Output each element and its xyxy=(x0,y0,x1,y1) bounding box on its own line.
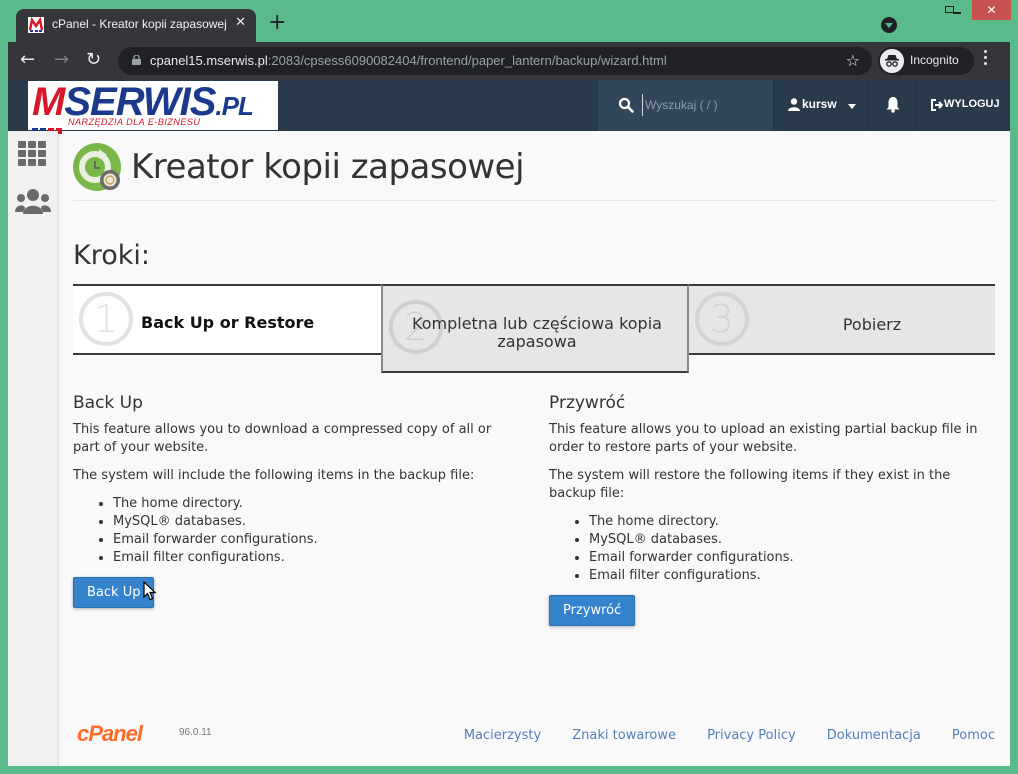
footer-link-trademarks[interactable]: Znaki towarowe xyxy=(572,728,676,743)
list-item: Email filter configurations. xyxy=(589,567,995,585)
sidebar-item-home[interactable] xyxy=(17,140,49,170)
grid-apps-icon xyxy=(18,141,46,166)
maximize-icon xyxy=(944,6,954,13)
footer: cPanel 96.0.11 Macierzysty Znaki towarow… xyxy=(73,721,995,747)
step-number-1-icon: 1 xyxy=(79,292,133,346)
tab-title: cPanel - Kreator kopii zapasowej xyxy=(52,17,227,31)
lock-icon xyxy=(132,55,141,65)
user-icon xyxy=(788,98,800,111)
restore-intro: The system will restore the following it… xyxy=(549,468,951,501)
mserwis-favicon-icon xyxy=(28,17,44,33)
search-input[interactable] xyxy=(642,94,762,116)
tab-close-icon[interactable]: ✕ xyxy=(235,15,246,30)
cpanel-logo[interactable]: cPanel xyxy=(77,721,143,747)
mserwis-logo[interactable]: MSERWIS.PL NARZĘDZIA DLA E-BIZNESU xyxy=(28,81,278,134)
notifications-button[interactable] xyxy=(869,80,917,131)
page-header: Kreator kopii zapasowej xyxy=(73,143,995,201)
tab-search-icon[interactable] xyxy=(881,17,897,33)
backup-heading: Back Up xyxy=(73,393,143,413)
sidebar xyxy=(8,131,58,766)
step-number-3-icon: 3 xyxy=(695,292,749,346)
bookmark-star-icon[interactable]: ☆ xyxy=(846,51,860,70)
url-host: cpanel15.mserwis.pl xyxy=(150,53,268,68)
user-menu[interactable]: kursw xyxy=(773,80,868,131)
window-maximize-button[interactable] xyxy=(935,0,963,20)
list-item: Email filter configurations. xyxy=(113,549,513,567)
step-3-download[interactable]: 3 Pobierz xyxy=(689,284,995,355)
browser-menu-icon[interactable] xyxy=(984,50,988,68)
logout-label: WYLOGUJ xyxy=(944,98,1000,110)
footer-link-privacy-policy[interactable]: Privacy Policy xyxy=(707,728,796,743)
step-label: Back Up or Restore xyxy=(141,313,315,332)
steps-heading: Kroki: xyxy=(73,240,150,271)
footer-link-help[interactable]: Pomoc xyxy=(952,728,995,743)
wizard-steps: 1 Back Up or Restore 2 Kompletna lub czę… xyxy=(73,284,995,374)
list-item: MySQL® databases. xyxy=(113,513,513,531)
backup-button[interactable]: Back Up xyxy=(73,577,155,608)
backup-description: This feature allows you to download a co… xyxy=(73,422,492,455)
footer-links: Macierzysty Znaki towarowe Privacy Polic… xyxy=(438,724,995,743)
search-icon xyxy=(618,97,634,113)
restore-heading: Przywróć xyxy=(549,393,626,413)
backup-wizard-icon xyxy=(73,143,121,191)
browser-toolbar: ← → ↻ cpanel15.mserwis.pl:2083/cpsess609… xyxy=(8,42,1010,80)
logout-icon xyxy=(931,99,943,111)
footer-link-documentation[interactable]: Dokumentacja xyxy=(827,728,921,743)
logout-button[interactable]: WYLOGUJ xyxy=(918,80,1010,131)
browser-titlebar: cPanel - Kreator kopii zapasowej ✕ + ✕ xyxy=(0,0,1018,42)
restore-description: This feature allows you to upload an exi… xyxy=(549,422,978,455)
chevron-down-icon xyxy=(848,104,856,109)
sidebar-item-users[interactable] xyxy=(15,188,51,218)
step-label: Pobierz xyxy=(842,315,902,334)
step-label: Kompletna lub częściowa kopia zapasowa xyxy=(412,314,662,351)
incognito-badge[interactable]: Incognito xyxy=(878,47,974,75)
list-item: Email forwarder configurations. xyxy=(589,549,995,567)
search-box xyxy=(598,80,773,131)
browser-tab-active[interactable]: cPanel - Kreator kopii zapasowej ✕ xyxy=(16,9,256,42)
forward-arrow-icon[interactable]: → xyxy=(54,50,69,70)
restore-items-list: The home directory. MySQL® databases. Em… xyxy=(589,513,995,585)
list-item: MySQL® databases. xyxy=(589,531,995,549)
cpanel-app: MSERWIS.PL NARZĘDZIA DLA E-BIZNESU kursw xyxy=(8,80,1010,766)
page-title: Kreator kopii zapasowej xyxy=(131,147,525,187)
incognito-label: Incognito xyxy=(910,53,959,67)
new-tab-icon[interactable]: + xyxy=(268,12,286,34)
restore-section: Przywróć This feature allows you to uplo… xyxy=(549,393,995,626)
user-name: kursw xyxy=(802,97,837,111)
cpanel-topbar: MSERWIS.PL NARZĘDZIA DLA E-BIZNESU kursw xyxy=(8,80,1010,134)
backup-intro: The system will include the following it… xyxy=(73,468,475,483)
users-group-icon xyxy=(15,189,51,214)
list-item: Email forwarder configurations. xyxy=(113,531,513,549)
backup-section: Back Up This feature allows you to downl… xyxy=(73,393,513,608)
step-2-full-or-partial-backup[interactable]: 2 Kompletna lub częściowa kopia zapasowa xyxy=(381,284,689,373)
incognito-icon xyxy=(880,49,904,73)
back-arrow-icon[interactable]: ← xyxy=(20,50,35,70)
footer-link-home[interactable]: Macierzysty xyxy=(464,728,541,743)
cpanel-version: 96.0.11 xyxy=(179,727,212,738)
window-close-button[interactable]: ✕ xyxy=(972,0,1011,20)
restore-button[interactable]: Przywróć xyxy=(549,595,636,626)
list-item: The home directory. xyxy=(589,513,995,531)
list-item: The home directory. xyxy=(113,495,513,513)
reload-icon[interactable]: ↻ xyxy=(86,50,101,70)
url-path: :2083/cpsess6090082404/frontend/paper_la… xyxy=(267,53,667,68)
bell-icon xyxy=(886,97,900,113)
address-bar[interactable]: cpanel15.mserwis.pl:2083/cpsess609008240… xyxy=(118,47,872,75)
url-text: cpanel15.mserwis.pl:2083/cpsess609008240… xyxy=(150,53,667,68)
logo-tagline: NARZĘDZIA DLA E-BIZNESU xyxy=(68,117,201,127)
step-1-backup-or-restore[interactable]: 1 Back Up or Restore xyxy=(73,284,381,355)
backup-items-list: The home directory. MySQL® databases. Em… xyxy=(113,495,513,567)
